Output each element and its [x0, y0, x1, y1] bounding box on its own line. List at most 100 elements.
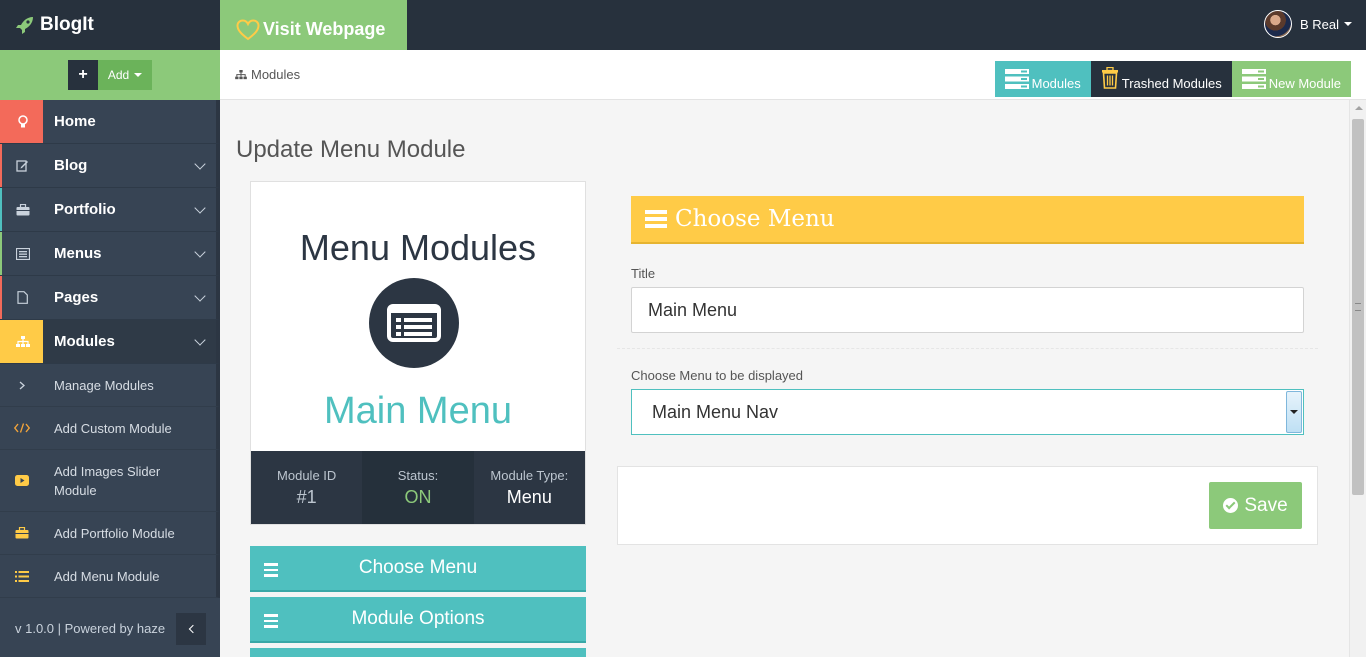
visit-webpage-button[interactable]: Visit Webpage [220, 0, 407, 50]
sidebar-subitem-add-custom-module[interactable]: Add Custom Module [0, 407, 220, 450]
user-name: B Real [1299, 16, 1339, 32]
avatar [1263, 10, 1292, 38]
form-section-header: Choose Menu [631, 196, 1304, 242]
briefcase-icon [0, 188, 43, 231]
sidebar-subitem-label: Add Portfolio Module [54, 525, 175, 541]
bars-icon [264, 614, 278, 631]
youtube-play-icon [0, 475, 43, 486]
chevron-down-icon [194, 201, 206, 214]
tab-module-options[interactable]: Module Options [250, 597, 586, 643]
menu-select-label: Choose Menu to be displayed [631, 368, 804, 383]
breadcrumb: Modules [235, 67, 300, 82]
sidebar-item-label: Blog [54, 157, 88, 174]
scroll-up-arrow-icon[interactable] [1355, 106, 1363, 110]
module-status-stat: Status: ON [362, 451, 474, 524]
module-id-value: #1 [296, 486, 317, 507]
edit-icon [0, 144, 43, 187]
bars-icon [645, 210, 667, 228]
top-navbar: BlogIt Visit Webpage B Real [0, 0, 1366, 50]
new-module-button[interactable]: New Module [1231, 61, 1351, 97]
sidebar-subitem-add-portfolio-module[interactable]: Add Portfolio Module [0, 512, 220, 555]
header-actions: Modules Trashed Modules New Module [994, 61, 1351, 97]
chevron-down-icon [194, 289, 206, 302]
status-value: ON [404, 486, 432, 507]
tab-next[interactable] [250, 648, 586, 657]
menu-select[interactable]: Main Menu Nav [631, 389, 1304, 435]
sidebar-subitem-label: Add Menu Module [54, 568, 160, 584]
code-icon [0, 423, 43, 433]
chevron-down-icon [194, 245, 206, 258]
breadcrumb-modules[interactable]: Modules [251, 67, 300, 82]
rocket-icon [16, 17, 33, 34]
menu-select-value: Main Menu Nav [652, 401, 779, 422]
form-section-title: Choose Menu [675, 206, 835, 232]
sidebar-add-bar: + Add [0, 50, 220, 100]
tab-label: Module Options [351, 608, 485, 629]
sidebar-item-menus[interactable]: Menus [0, 232, 220, 276]
caret-down-icon [134, 73, 143, 77]
add-label: Add [107, 68, 130, 82]
page-header: Modules Modules Trashed Modules New Modu… [220, 50, 1366, 100]
trashed-modules-button[interactable]: Trashed Modules [1090, 61, 1232, 97]
add-dropdown[interactable]: + Add [68, 60, 152, 90]
title-input[interactable]: Main Menu [631, 287, 1304, 333]
sidebar-subitem-add-menu-module[interactable]: Add Menu Module [0, 555, 220, 598]
sidebar-footer: v 1.0.0 | Powered by haze [0, 599, 220, 657]
chevron-down-icon [194, 333, 206, 346]
sidebar-subitem-add-images-slider[interactable]: Add Images Slider Module [0, 450, 220, 512]
heart-icon [236, 18, 260, 40]
module-type-value: Menu [506, 486, 552, 507]
module-name: Main Menu [324, 390, 512, 432]
chevron-left-icon [188, 624, 197, 634]
file-icon [0, 276, 43, 319]
bars-icon [264, 563, 278, 580]
server-icon [1241, 69, 1266, 89]
list-alt-icon [0, 232, 43, 275]
sidebar-item-label: Menus [54, 245, 102, 262]
module-stats: Module ID #1 Status: ON Module Type: Men… [251, 451, 585, 524]
sidebar-item-home[interactable]: Home [0, 100, 220, 144]
brand-logo[interactable]: BlogIt [0, 0, 220, 50]
sidebar-item-modules[interactable]: Modules [0, 320, 220, 364]
sidebar-item-blog[interactable]: Blog [0, 144, 220, 188]
save-button[interactable]: Save [1209, 482, 1302, 529]
save-label: Save [1244, 494, 1288, 516]
modules-button[interactable]: Modules [994, 61, 1091, 97]
title-label: Title [631, 266, 656, 281]
sidebar-subitem-label: Add Images Slider Module [54, 463, 161, 498]
status-label: Status: [397, 467, 439, 483]
chevron-right-icon [0, 381, 43, 390]
page-title: Update Menu Module [236, 136, 466, 163]
server-icon [1004, 69, 1029, 89]
sidebar-collapse-button[interactable] [176, 613, 206, 645]
plus-icon[interactable]: + [68, 60, 98, 90]
sidebar-item-portfolio[interactable]: Portfolio [0, 188, 220, 232]
sidebar-item-label: Modules [54, 333, 115, 350]
divider [617, 348, 1318, 349]
sitemap-icon [0, 320, 43, 363]
sidebar-item-pages[interactable]: Pages [0, 276, 220, 320]
brand-name: BlogIt [40, 14, 94, 35]
sidebar: + Add Home Blog Portfolio Menus Pages Mo… [0, 50, 220, 657]
caret-down-icon [1344, 22, 1352, 26]
list-icon [0, 570, 43, 582]
module-id-stat: Module ID #1 [251, 451, 363, 524]
sidebar-subitem-label: Add Custom Module [54, 420, 172, 436]
modules-button-label: Modules [1031, 76, 1081, 91]
add-button[interactable]: Add [98, 60, 152, 90]
visit-webpage-label: Visit Webpage [263, 19, 386, 39]
sidebar-subitem-manage-modules[interactable]: Manage Modules [0, 364, 220, 407]
module-summary-card: Menu Modules Main Menu Module ID #1 Stat… [250, 181, 586, 525]
dropdown-arrow-icon[interactable] [1286, 391, 1302, 433]
sitemap-icon [235, 69, 247, 79]
scrollbar-thumb[interactable] [1352, 119, 1364, 495]
vertical-scrollbar[interactable] [1349, 100, 1366, 657]
user-menu[interactable]: B Real [1263, 10, 1352, 38]
sidebar-item-label: Home [54, 113, 96, 130]
check-circle-icon [1223, 498, 1239, 513]
tab-choose-menu[interactable]: Choose Menu [250, 546, 586, 592]
lightbulb-icon [0, 100, 43, 143]
module-type-stat: Module Type: Menu [473, 451, 585, 524]
version-text: v 1.0.0 | Powered by haze [15, 620, 166, 636]
briefcase-icon [0, 527, 43, 539]
